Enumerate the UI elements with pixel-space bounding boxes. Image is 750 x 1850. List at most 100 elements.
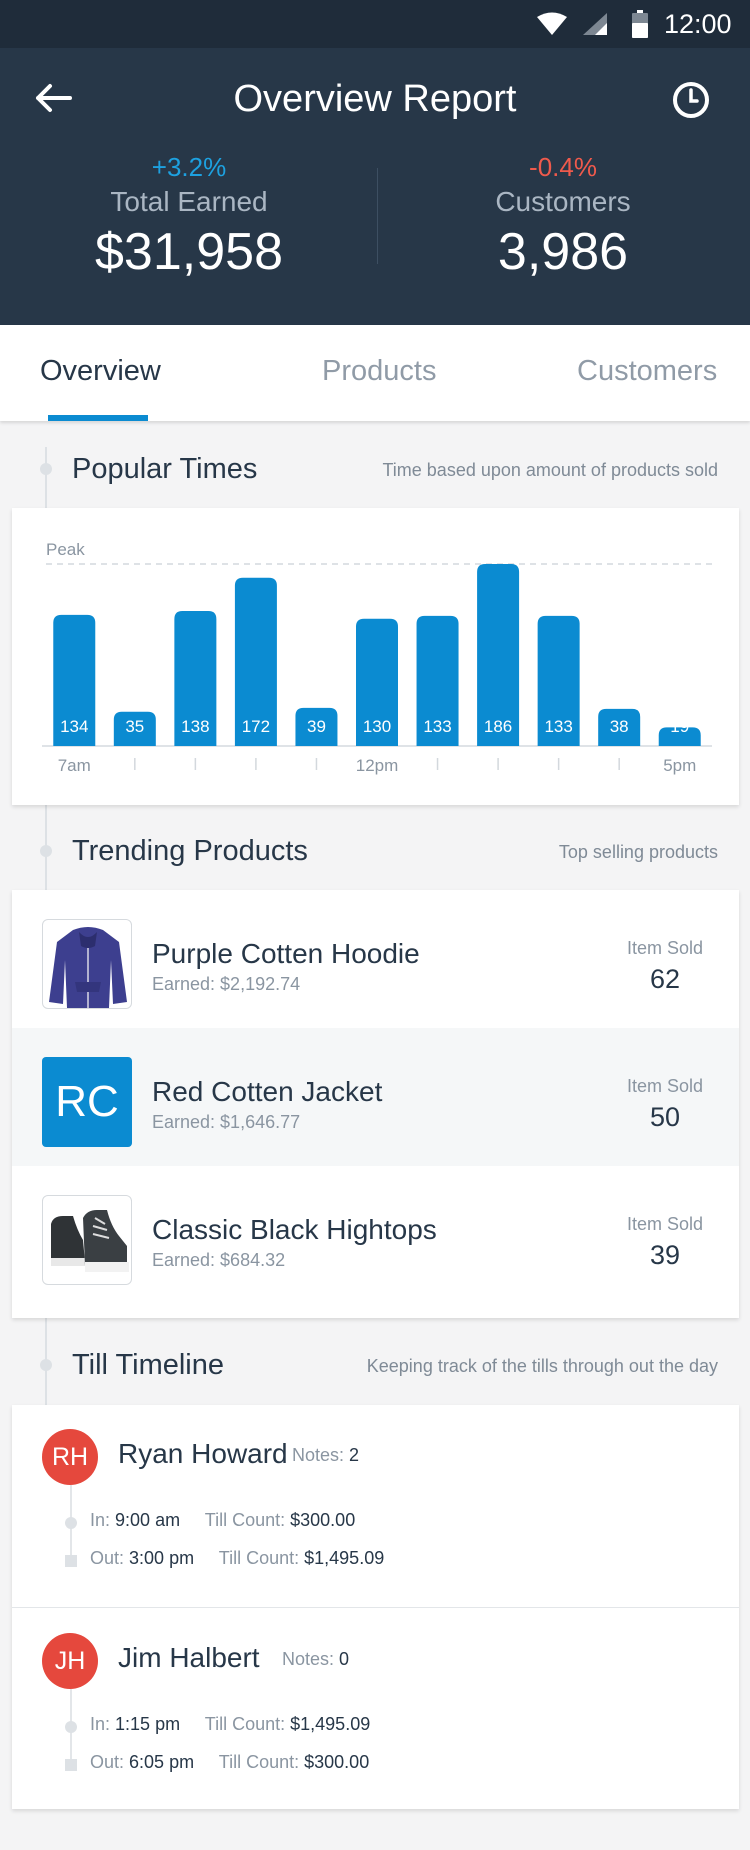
popular-times-chart: Peak 134 7am 35 138 172 39 130 12pm 133 186 133 38 19… [12,508,739,805]
till-count-value: $300.00 [304,1752,370,1772]
bar-value-label: 39 [307,717,326,736]
employee-name: Jim Halbert [118,1642,260,1673]
till-count-label: Till Count: [218,1548,300,1568]
bar-value-label: 133 [544,717,572,736]
stat-customers: -0.4% Customers 3,986 [403,152,723,284]
section-subtitle: Time based upon amount of products sold [382,460,718,480]
active-tab-indicator [48,415,148,421]
bar-value-label: 38 [610,717,629,736]
section-subtitle: Top selling products [558,842,718,862]
stat-value: $31,958 [95,223,283,281]
stat-change: -0.4% [529,152,597,182]
avatar: RH [42,1429,98,1485]
bar-value-label: 186 [484,717,512,736]
trending-products-list: Purple Cotten Hoodie Earned: $2,192.74 I… [12,890,739,1318]
status-bar: 12:00 [0,0,750,48]
clock-in-row: In: 9:00 am Till Count: $300.00 [90,1510,355,1531]
stat-label: Total Earned [110,186,268,217]
item-sold-value: 50 [649,1102,681,1132]
out-label: Out: [90,1752,125,1772]
notes-count[interactable]: Notes: 2 [292,1445,359,1466]
bar-value-label: 134 [60,717,88,736]
till-count-label: Till Count: [204,1510,286,1530]
section-dot [40,845,52,857]
battery-icon [632,10,648,38]
notes-value: 0 [339,1649,350,1669]
bar-value-label: 130 [363,717,391,736]
till-entry[interactable]: RH Ryan Howard Notes: 2 In: 9:00 am Till… [12,1405,739,1607]
stat-change: +3.2% [151,152,227,182]
notes-count[interactable]: Notes: 0 [282,1649,349,1670]
clock-in-marker [65,1517,77,1529]
section-title-popular-times: Popular Times [72,453,258,485]
section-rail [45,447,47,508]
product-name: Purple Cotten Hoodie [152,938,420,969]
section-title-till: Till Timeline [72,1349,225,1381]
till-count-value: $300.00 [290,1510,356,1530]
section-dot [40,1359,52,1371]
section-subtitle: Keeping track of the tills through out t… [366,1356,718,1376]
report-header: Overview Report +3.2% Total Earned $31,9… [0,48,750,325]
bar-value-label: 19 [670,717,689,736]
hoodie-thumbnail [42,919,132,1009]
in-label: In: [90,1510,111,1530]
tab-customers[interactable]: Customers [577,355,717,388]
stat-label: Customers [495,186,631,217]
clock-out-marker [65,1759,77,1771]
item-sold-label: Item Sold [626,1214,704,1234]
page-title: Overview Report [233,78,517,120]
bar-value-label: 172 [242,717,270,736]
clock-out-row: Out: 6:05 pm Till Count: $300.00 [90,1752,369,1773]
product-row[interactable]: Classic Black Hightops Earned: $684.32 I… [12,1166,739,1304]
tab-bar: Overview Products Customers [0,325,750,421]
till-count-value: $1,495.09 [304,1548,385,1568]
product-earned: Earned: $1,646.77 [152,1112,301,1132]
clock-icon[interactable] [667,76,715,124]
out-label: Out: [90,1548,125,1568]
product-name: Classic Black Hightops [152,1214,437,1245]
clock-out-row: Out: 3:00 pm Till Count: $1,495.09 [90,1548,384,1569]
notes-label: Notes: [282,1649,335,1669]
stat-value: 3,986 [497,223,629,281]
item-sold-label: Item Sold [626,1076,704,1096]
till-count-label: Till Count: [218,1752,300,1772]
divider [12,1607,739,1608]
in-time: 1:15 pm [115,1714,181,1734]
x-tick-label: 12pm [356,756,399,775]
item-sold-value: 39 [649,1240,681,1270]
tab-overview[interactable]: Overview [40,355,161,388]
item-sold-value: 62 [649,964,681,994]
tab-products[interactable]: Products [322,355,436,388]
clock-out-marker [65,1555,77,1567]
in-label: In: [90,1714,111,1734]
bar-value-label: 35 [125,717,144,736]
item-sold-label: Item Sold [626,938,704,958]
wifi-icon [537,12,567,35]
product-row[interactable]: Purple Cotten Hoodie Earned: $2,192.74 I… [12,890,739,1028]
out-time: 6:05 pm [129,1752,195,1772]
till-count-value: $1,495.09 [290,1714,371,1734]
product-initials-avatar: RC [42,1057,132,1147]
in-time: 9:00 am [115,1510,181,1530]
bar-value-label: 138 [181,717,209,736]
product-earned: Earned: $2,192.74 [152,974,301,994]
bar-chart: Peak 134 7am 35 138 172 39 130 12pm 133 186 133 38 19… [42,540,712,775]
stat-total-earned: +3.2% Total Earned $31,958 [29,152,349,284]
till-count-label: Till Count: [204,1714,286,1734]
employee-name: Ryan Howard [118,1438,288,1469]
notes-value: 2 [349,1445,360,1465]
till-timeline-list: RH Ryan Howard Notes: 2 In: 9:00 am Till… [12,1405,739,1809]
avatar: JH [42,1633,98,1689]
till-entry[interactable]: JH Jim Halbert Notes: 0 In: 1:15 pm Till… [12,1609,739,1811]
section-dot [40,463,52,475]
peak-label: Peak [46,540,85,559]
product-row[interactable]: RC Red Cotten Jacket Earned: $1,646.77 I… [12,1028,739,1166]
stat-divider [377,168,378,264]
status-time: 12:00 [664,9,732,39]
x-tick-label: 5pm [663,756,696,775]
signal-icon [583,13,607,35]
product-earned: Earned: $684.32 [152,1250,286,1270]
notes-label: Notes: [292,1445,345,1465]
sneakers-thumbnail [42,1195,132,1285]
section-title-trending: Trending Products [72,835,308,867]
